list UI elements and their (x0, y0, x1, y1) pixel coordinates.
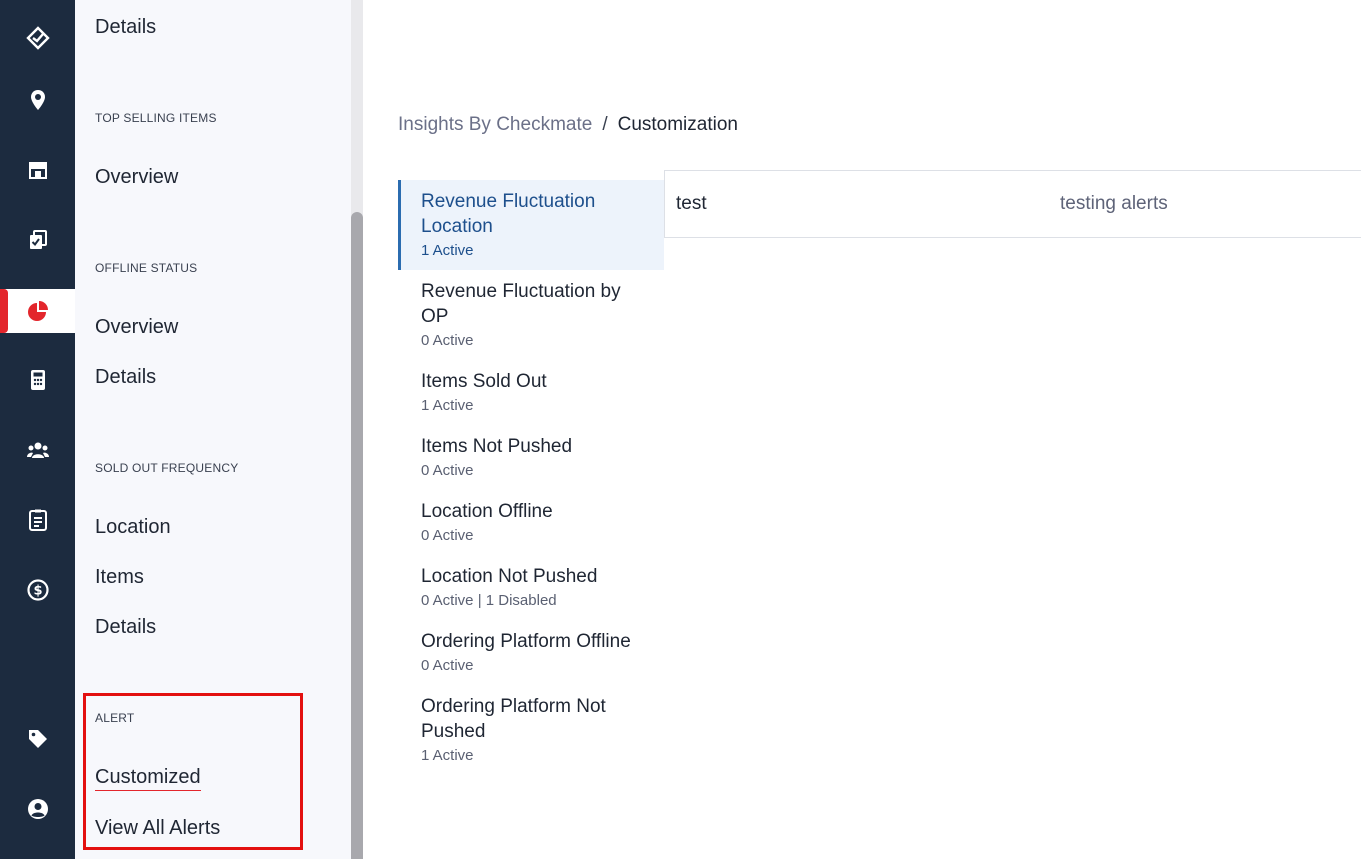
store-icon[interactable] (0, 148, 75, 192)
subnav-section-sold-out-frequency: SOLD OUT FREQUENCY (95, 461, 239, 475)
alert-type-count: 0 Active | 1 Disabled (421, 592, 557, 609)
pie-chart-icon[interactable] (0, 289, 75, 333)
alert-detail-row[interactable]: test testing alerts (664, 170, 1361, 238)
alert-type-item[interactable]: Items Not Pushed 0 Active (398, 425, 664, 490)
alert-type-count: 0 Active (421, 657, 474, 674)
alert-type-item[interactable]: Location Offline 0 Active (398, 490, 664, 555)
alert-type-title: Ordering Platform Not Pushed (421, 696, 606, 742)
breadcrumb-current: Customization (617, 114, 738, 135)
clipboard-check-icon[interactable] (0, 218, 75, 262)
subnav-section-top-selling: TOP SELLING ITEMS (95, 111, 217, 125)
subnav-link-sold-out-items[interactable]: Items (95, 566, 144, 589)
alert-type-item[interactable]: Ordering Platform Offline 0 Active (398, 620, 664, 685)
alert-type-item[interactable]: Revenue Fluctuation Location 1 Active (398, 180, 664, 270)
breadcrumb-separator: / (602, 114, 608, 135)
alert-type-count: 1 Active (421, 242, 474, 259)
subnav-link-top-selling-overview[interactable]: Overview (95, 166, 178, 189)
svg-text:$: $ (33, 584, 42, 599)
alert-type-count: 0 Active (421, 332, 474, 349)
icon-rail: $ (0, 0, 75, 859)
alert-section-highlight (83, 693, 303, 850)
alert-type-list: Revenue Fluctuation Location 1 Active Re… (398, 180, 664, 775)
alert-type-title: Revenue Fluctuation Location (421, 191, 596, 237)
alert-name-cell: test (676, 193, 707, 214)
alert-type-title: Items Sold Out (421, 371, 547, 392)
subnav-link-sold-out-details[interactable]: Details (95, 616, 156, 639)
breadcrumb-parent-link[interactable]: Insights By Checkmate (398, 114, 592, 136)
subnav-link-details-top[interactable]: Details (95, 16, 156, 39)
users-icon[interactable] (0, 428, 75, 472)
dollar-cycle-icon[interactable]: $ (0, 568, 75, 612)
subnav-link-offline-details[interactable]: Details (95, 366, 156, 389)
alert-type-count: 0 Active (421, 527, 474, 544)
subnav-scrollbar-thumb[interactable] (351, 212, 363, 859)
calculator-icon[interactable] (0, 358, 75, 402)
alert-type-title: Location Offline (421, 501, 553, 522)
alert-type-title: Items Not Pushed (421, 436, 573, 457)
alert-type-title: Revenue Fluctuation by OP (421, 281, 621, 327)
alert-description-cell: testing alerts (1060, 193, 1168, 214)
alert-type-count: 1 Active (421, 397, 474, 414)
alert-type-item[interactable]: Items Sold Out 1 Active (398, 360, 664, 425)
subnav-link-offline-overview[interactable]: Overview (95, 316, 178, 339)
alert-type-title: Location Not Pushed (421, 566, 598, 587)
subnav-section-offline-status: OFFLINE STATUS (95, 261, 198, 275)
subnav-link-sold-out-location[interactable]: Location (95, 516, 171, 539)
tag-icon[interactable] (0, 717, 75, 761)
alert-type-count: 1 Active (421, 747, 474, 764)
user-avatar-icon[interactable] (0, 787, 75, 831)
alert-type-item[interactable]: Ordering Platform Not Pushed 1 Active (398, 685, 664, 775)
alert-type-count: 0 Active (421, 462, 474, 479)
document-icon[interactable] (0, 498, 75, 542)
alert-type-item[interactable]: Revenue Fluctuation by OP 0 Active (398, 270, 664, 360)
breadcrumb: Insights By Checkmate / Customization (398, 114, 738, 136)
logo-icon[interactable] (0, 16, 75, 60)
alert-type-item[interactable]: Location Not Pushed 0 Active | 1 Disable… (398, 555, 664, 620)
alert-type-title: Ordering Platform Offline (421, 631, 631, 652)
location-pin-icon[interactable] (0, 78, 75, 122)
